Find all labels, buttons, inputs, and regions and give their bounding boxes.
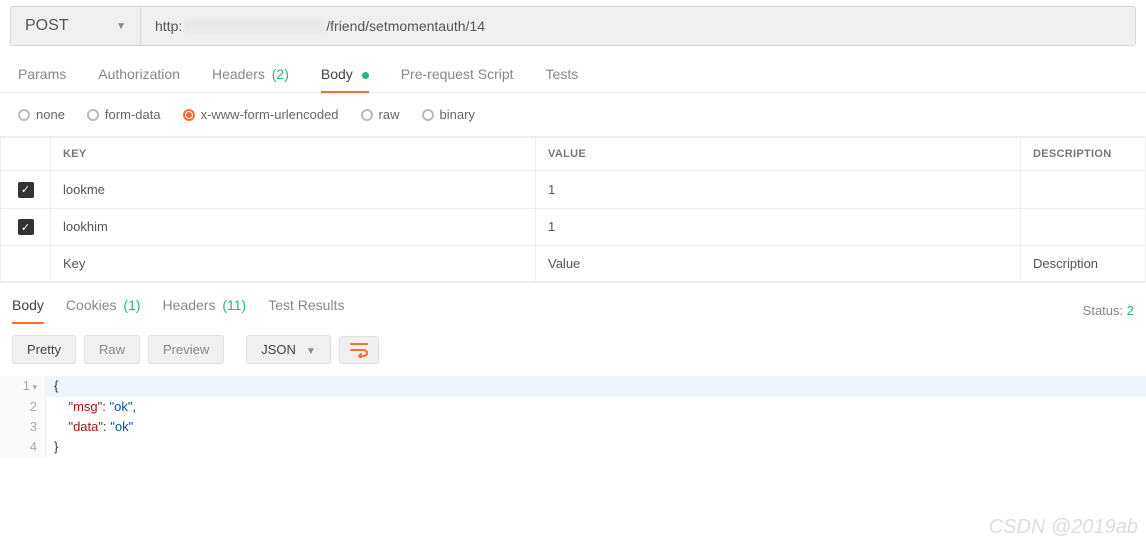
body-type-binary[interactable]: binary [422, 107, 475, 122]
tab-prerequest[interactable]: Pre-request Script [401, 66, 514, 92]
table-row: ✓ lookme 1 [1, 171, 1146, 209]
radio-icon [422, 109, 434, 121]
cookies-count: (1) [123, 297, 140, 313]
url-prefix: http: [155, 18, 182, 34]
body-type-raw[interactable]: raw [361, 107, 400, 122]
tab-params[interactable]: Params [18, 66, 66, 92]
body-active-dot-icon [362, 72, 369, 79]
tab-headers-label: Headers [212, 66, 265, 82]
request-url-input[interactable]: http: /friend/setmomentauth/14 [141, 7, 1135, 45]
resp-tab-test-results[interactable]: Test Results [268, 297, 344, 323]
resp-headers-count: (11) [222, 297, 246, 313]
http-method-value: POST [25, 17, 69, 35]
value-input[interactable]: Value [536, 246, 1021, 282]
url-redacted-host [184, 19, 324, 33]
headers-count: (2) [272, 66, 289, 82]
desc-cell[interactable] [1021, 208, 1146, 246]
tab-body-label: Body [321, 66, 353, 82]
column-description: DESCRIPTION [1021, 138, 1146, 171]
wrap-lines-button[interactable] [339, 336, 379, 364]
response-view-bar: Pretty Raw Preview JSON▼ [0, 323, 1146, 376]
chevron-down-icon: ▼ [116, 21, 126, 32]
table-row: ✓ lookhim 1 [1, 208, 1146, 246]
body-type-none[interactable]: none [18, 107, 65, 122]
response-status: Status: 2 [1083, 303, 1134, 318]
request-url-bar: POST ▼ http: /friend/setmomentauth/14 [10, 6, 1136, 46]
value-cell[interactable]: 1 [536, 171, 1021, 209]
status-code: 2 [1127, 303, 1134, 318]
column-key: KEY [51, 138, 536, 171]
desc-cell[interactable] [1021, 171, 1146, 209]
watermark: CSDN @2019ab [989, 516, 1138, 539]
line-number: 2 [0, 397, 46, 417]
desc-input[interactable]: Description [1021, 246, 1146, 282]
key-cell[interactable]: lookme [51, 171, 536, 209]
url-path: /friend/setmomentauth/14 [326, 18, 485, 34]
value-cell[interactable]: 1 [536, 208, 1021, 246]
view-preview[interactable]: Preview [148, 335, 224, 364]
radio-icon [183, 109, 195, 121]
chevron-down-icon: ▼ [306, 346, 316, 357]
response-body-editor[interactable]: 1 { 2 "msg": "ok", 3 "data": "ok" 4 } [0, 376, 1146, 457]
column-value: VALUE [536, 138, 1021, 171]
radio-icon [361, 109, 373, 121]
line-number: 1 [0, 376, 46, 397]
view-raw[interactable]: Raw [84, 335, 140, 364]
lang-dropdown[interactable]: JSON▼ [246, 335, 331, 364]
checkbox-header [1, 138, 51, 171]
resp-tab-cookies[interactable]: Cookies (1) [66, 297, 141, 323]
key-input[interactable]: Key [51, 246, 536, 282]
tab-tests[interactable]: Tests [546, 66, 579, 92]
row-checkbox[interactable]: ✓ [18, 219, 34, 235]
http-method-dropdown[interactable]: POST ▼ [11, 7, 141, 45]
table-row-new: Key Value Description [1, 246, 1146, 282]
radio-icon [18, 109, 30, 121]
line-number: 3 [0, 417, 46, 437]
view-pretty[interactable]: Pretty [12, 335, 76, 364]
tab-body[interactable]: Body [321, 66, 369, 92]
resp-tab-headers[interactable]: Headers (11) [163, 297, 247, 323]
row-checkbox[interactable]: ✓ [18, 182, 34, 198]
form-data-table: KEY VALUE DESCRIPTION ✓ lookme 1 ✓ lookh… [0, 137, 1146, 282]
key-cell[interactable]: lookhim [51, 208, 536, 246]
body-type-formdata[interactable]: form-data [87, 107, 161, 122]
response-tabs: Body Cookies (1) Headers (11) Test Resul… [0, 282, 1146, 323]
tab-authorization[interactable]: Authorization [98, 66, 180, 92]
body-type-urlencoded[interactable]: x-www-form-urlencoded [183, 107, 339, 122]
tab-headers[interactable]: Headers (2) [212, 66, 289, 92]
resp-tab-body[interactable]: Body [12, 297, 44, 323]
radio-icon [87, 109, 99, 121]
line-number: 4 [0, 437, 46, 457]
request-tabs: Params Authorization Headers (2) Body Pr… [0, 46, 1146, 93]
body-type-selector: none form-data x-www-form-urlencoded raw… [0, 93, 1146, 137]
wrap-icon [350, 342, 368, 358]
